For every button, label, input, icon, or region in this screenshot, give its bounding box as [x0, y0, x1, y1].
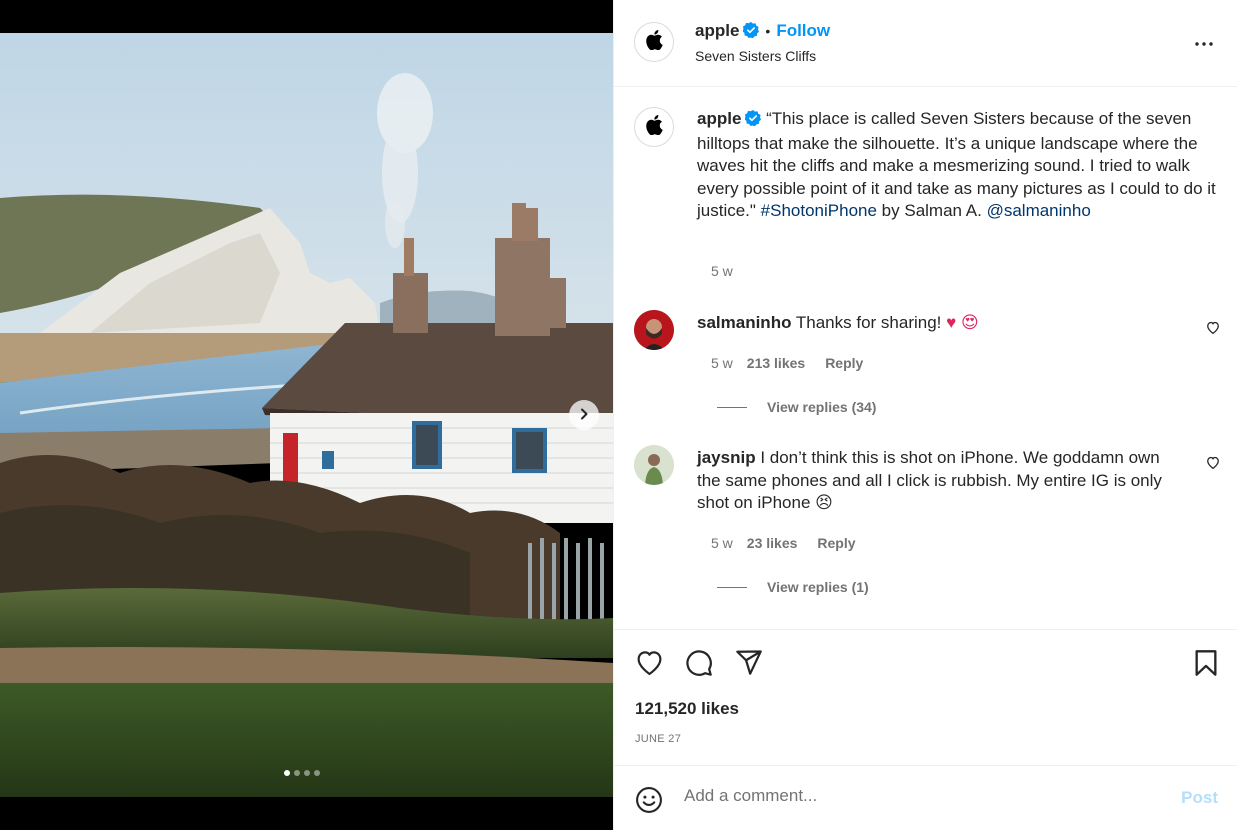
commenter-avatar[interactable] — [634, 445, 674, 485]
post-header: apple • Follow Seven Sisters Cliffs — [614, 0, 1237, 87]
add-comment-bar: Post — [614, 765, 1237, 830]
view-replies-button[interactable]: View replies (34) — [717, 399, 876, 415]
reply-button[interactable]: Reply — [825, 355, 863, 371]
verified-badge-icon — [742, 22, 760, 43]
comment-meta: 5 w 213 likes Reply — [711, 355, 863, 371]
avatar[interactable] — [634, 22, 674, 62]
comment-text: salmaninho Thanks for sharing! ♥ 😍 — [697, 312, 1187, 335]
like-comment-button[interactable] — [1206, 456, 1220, 474]
comment-text: jaysnip I don’t think this is shot on iP… — [697, 447, 1187, 515]
view-replies-label: View replies (1) — [767, 579, 869, 595]
comment-meta: 5 w 23 likes Reply — [711, 535, 856, 551]
divider-line — [717, 406, 747, 408]
follow-button[interactable]: Follow — [776, 21, 830, 40]
post-media — [0, 0, 613, 830]
carousel-dot — [294, 770, 300, 776]
comment-body: I don’t think this is shot on iPhone. We… — [697, 448, 1162, 512]
carousel-dot — [304, 770, 310, 776]
save-button[interactable] — [1194, 649, 1218, 682]
view-replies-button[interactable]: View replies (1) — [717, 579, 869, 595]
caption-avatar[interactable] — [634, 107, 674, 147]
caption-timestamp: 5 w — [711, 263, 733, 279]
apple-logo-icon — [645, 114, 663, 140]
paper-plane-icon — [735, 650, 763, 679]
post-date: JUNE 27 — [635, 733, 682, 745]
like-comment-button[interactable] — [1206, 321, 1220, 339]
commenter-avatar[interactable] — [634, 310, 674, 350]
carousel-dot — [284, 770, 290, 776]
comment-emoji: 😣 — [815, 493, 833, 512]
like-button[interactable] — [635, 649, 664, 681]
more-options-button[interactable] — [1194, 34, 1214, 52]
carousel-indicator — [284, 770, 320, 776]
mention-link[interactable]: @salmaninho — [987, 201, 1091, 220]
carousel-next-button[interactable] — [569, 400, 599, 430]
smiley-face-icon — [635, 787, 663, 818]
post-dialog: apple • Follow Seven Sisters Cliffs apple — [0, 0, 1237, 830]
post-actions: 121,520 likes JUNE 27 — [614, 629, 1237, 765]
caption-username[interactable]: apple — [697, 109, 741, 128]
hashtag-link[interactable]: #ShotoniPhone — [761, 201, 877, 220]
heart-icon — [1206, 456, 1220, 473]
post-likes-count[interactable]: 121,520 likes — [635, 699, 739, 719]
comment-input[interactable] — [684, 786, 1144, 806]
caption-body-end: by Salman A. — [876, 201, 987, 220]
heart-icon — [635, 651, 664, 680]
chevron-right-icon — [578, 408, 590, 423]
view-replies-label: View replies (34) — [767, 399, 877, 415]
caption-text: apple “This place is called Seven Sister… — [697, 108, 1217, 223]
verified-badge-icon — [744, 110, 762, 133]
comment-likes[interactable]: 213 likes — [747, 355, 805, 371]
post-comment-button[interactable]: Post — [1181, 788, 1218, 808]
comment-time: 5 w — [711, 535, 733, 551]
bookmark-icon — [1194, 650, 1218, 681]
comment-bubble-icon — [685, 650, 713, 681]
comment-likes[interactable]: 23 likes — [747, 535, 798, 551]
apple-logo-icon — [645, 29, 663, 55]
emoji-picker-button[interactable] — [635, 786, 663, 819]
heart-icon — [1206, 321, 1220, 338]
header-separator: • — [765, 23, 771, 39]
post-location[interactable]: Seven Sisters Cliffs — [695, 48, 816, 64]
comment-username[interactable]: jaysnip — [697, 448, 756, 467]
comment-emoji: ♥ 😍 — [946, 313, 979, 332]
header-username[interactable]: apple — [695, 21, 739, 40]
reply-button[interactable]: Reply — [817, 535, 855, 551]
comment-username[interactable]: salmaninho — [697, 313, 791, 332]
post-photo[interactable] — [0, 33, 613, 797]
comment-time: 5 w — [711, 355, 733, 371]
comment-button[interactable] — [685, 649, 713, 682]
post-details-panel: apple • Follow Seven Sisters Cliffs apple — [613, 0, 1237, 830]
comment-body: Thanks for sharing! — [795, 313, 947, 332]
carousel-dot — [314, 770, 320, 776]
more-horizontal-icon — [1194, 34, 1214, 51]
divider-line — [717, 586, 747, 588]
header-title-row: apple • Follow — [695, 21, 830, 43]
share-button[interactable] — [735, 649, 763, 680]
